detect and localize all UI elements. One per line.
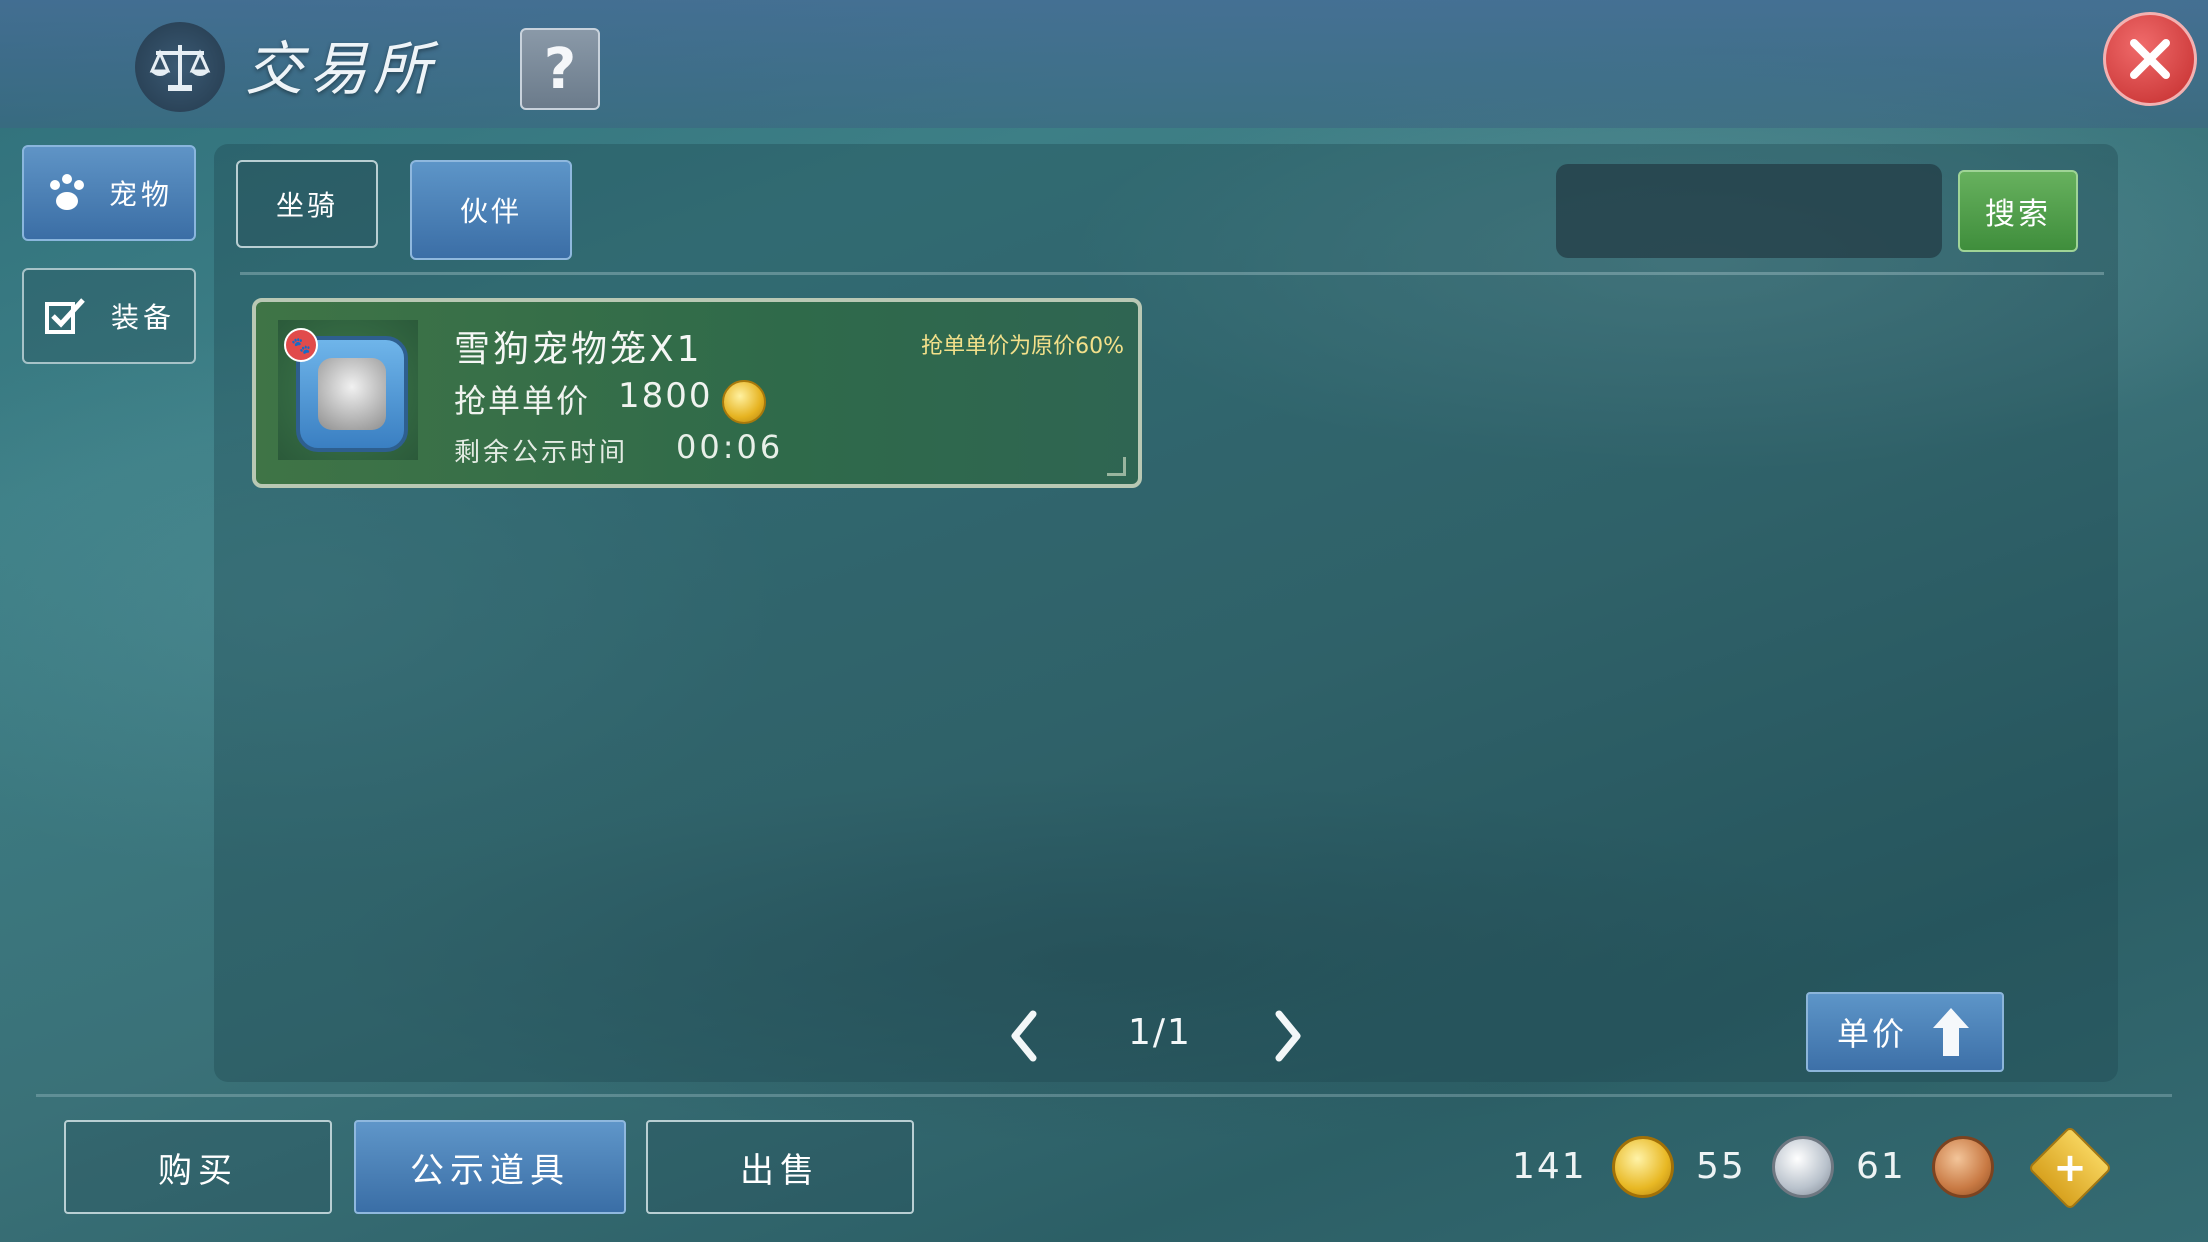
item-icon-frame: 🐾 (278, 320, 418, 460)
main-panel (214, 144, 2118, 1082)
price-label: 抢单单价 (454, 382, 591, 420)
sort-label: 单价 (1836, 1015, 1907, 1053)
close-button[interactable] (2103, 12, 2197, 106)
sidebar-item-pets[interactable]: 宠物 (22, 145, 196, 241)
copper-amount: 61 (1856, 1146, 1906, 1187)
page-indicator: 1/1 (1128, 1012, 1192, 1053)
listing-card[interactable]: 🐾 雪狗宠物笼X1 抢单单价为原价60% 抢单单价 1800 剩余公示时间 00… (252, 298, 1142, 488)
sort-by-price-button[interactable]: 单价 (1806, 992, 2004, 1072)
copper-coin-icon (1932, 1136, 1994, 1198)
tab-partner[interactable]: 伙伴 (410, 160, 572, 260)
equipment-icon (44, 298, 85, 334)
search-button[interactable]: 搜索 (1958, 170, 2078, 252)
chevron-right-icon (1275, 1010, 1301, 1062)
sidebar-item-equipment[interactable]: 装备 (22, 268, 196, 364)
tab-sell[interactable]: 出售 (646, 1120, 914, 1214)
chevron-left-icon (1011, 1010, 1037, 1062)
paw-badge-icon: 🐾 (284, 328, 318, 362)
sidebar-item-label: 装备 (110, 301, 175, 334)
silver-amount: 55 (1696, 1146, 1746, 1187)
tab-public-items[interactable]: 公示道具 (354, 1120, 626, 1214)
close-icon (2130, 39, 2170, 79)
prev-page-button[interactable] (1004, 1006, 1044, 1066)
tab-buy[interactable]: 购买 (64, 1120, 332, 1214)
divider (240, 272, 2104, 275)
silver-coin-icon (1772, 1136, 1834, 1198)
sidebar-item-label: 宠物 (108, 178, 173, 211)
tab-mount[interactable]: 坐骑 (236, 160, 378, 248)
gold-amount: 141 (1512, 1146, 1587, 1187)
item-name: 雪狗宠物笼X1 (454, 329, 703, 370)
sort-arrow-icon (1933, 1008, 1969, 1056)
balance-scale-icon (135, 22, 225, 112)
next-page-button[interactable] (1268, 1006, 1308, 1066)
time-label: 剩余公示时间 (454, 438, 629, 468)
search-input[interactable] (1556, 164, 1942, 258)
paw-icon (49, 174, 84, 210)
time-value: 00:06 (676, 428, 784, 466)
divider (36, 1094, 2172, 1097)
corner-mark-icon (1107, 457, 1126, 476)
gold-coin-icon (1612, 1136, 1674, 1198)
page-title: 交易所 (245, 35, 438, 103)
gold-coin-icon (722, 380, 766, 424)
price-value: 1800 (618, 376, 713, 416)
snow-dog-icon (318, 358, 386, 430)
help-button[interactable]: ? (520, 28, 600, 110)
plus-icon: + (2053, 1145, 2087, 1191)
discount-note: 抢单单价为原价60% (921, 334, 1124, 359)
